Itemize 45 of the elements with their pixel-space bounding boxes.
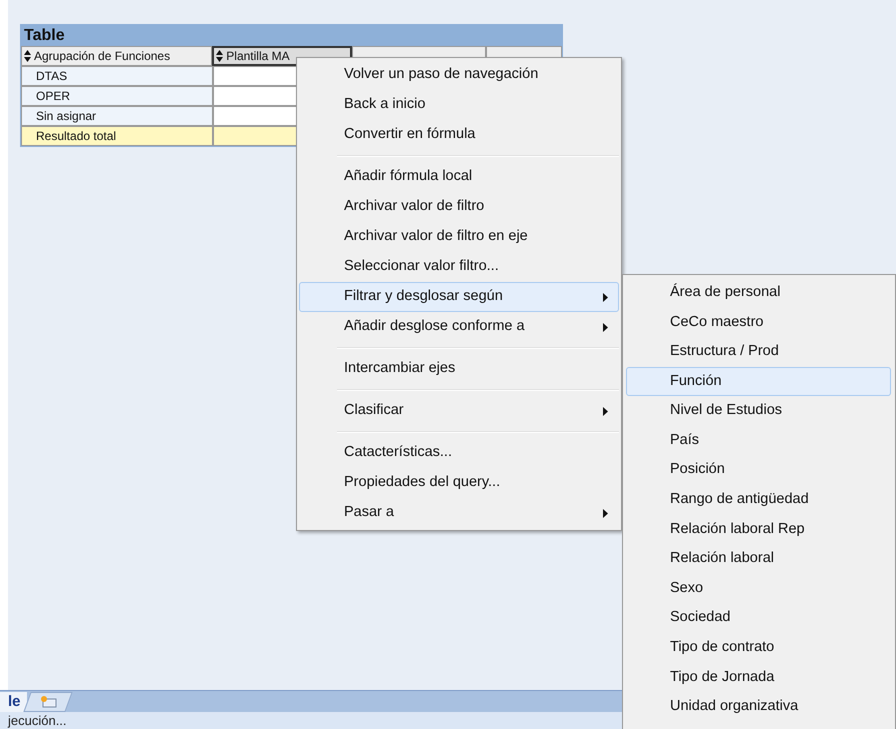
column-label: Plantilla MA (226, 48, 290, 64)
row-header: Resultado total (21, 126, 213, 146)
row-header: DTAS (21, 66, 213, 86)
menu-item[interactable]: Archivar valor de filtro en eje (299, 222, 619, 252)
menu-item[interactable]: Clasificar (299, 396, 619, 426)
submenu-item[interactable]: Tipo de Jornada (626, 662, 891, 692)
submenu-arrow-icon (603, 322, 608, 332)
submenu-item[interactable]: Función (626, 366, 891, 396)
sort-icon (216, 50, 224, 62)
submenu-item[interactable]: Área de personal (626, 278, 891, 308)
menu-item[interactable]: Catacterísticas... (299, 438, 619, 468)
menu-item[interactable]: Añadir fórmula local (299, 162, 619, 192)
submenu-item[interactable]: Sociedad (626, 604, 891, 634)
menu-item[interactable]: Añadir desglose conforme a (299, 312, 619, 342)
submenu-item[interactable]: Sexo (626, 574, 891, 604)
submenu-arrow-icon (603, 508, 608, 518)
row-header: OPER (21, 86, 213, 106)
row-header: Sin asignar (21, 106, 213, 126)
column-label: Agrupación de Funciones (34, 48, 170, 65)
submenu-item[interactable]: CeCo maestro (626, 308, 891, 338)
submenu-item[interactable]: Tipo de contrato (626, 633, 891, 663)
new-sheet-icon (38, 695, 57, 709)
menu-item[interactable]: Propiedades del query... (299, 468, 619, 498)
submenu-item[interactable]: Unidad organizativa (626, 692, 891, 722)
submenu-arrow-icon (603, 406, 608, 416)
submenu-item[interactable]: Estructura / Prod (626, 337, 891, 367)
menu-item[interactable]: Filtrar y desglosar según (299, 282, 619, 312)
column-header[interactable]: Agrupación de Funciones (21, 46, 212, 66)
sort-icon (24, 50, 31, 62)
status-text: jecución... (8, 712, 67, 729)
submenu-arrow-icon (603, 292, 608, 302)
menu-item[interactable]: Back a inicio (299, 90, 619, 120)
submenu-item[interactable]: Nivel de Estudios (626, 396, 891, 426)
menu-item[interactable]: Seleccionar valor filtro... (299, 252, 619, 282)
sheet-tab[interactable]: le (0, 692, 27, 712)
submenu-item[interactable]: País (626, 426, 891, 456)
menu-item[interactable]: Pasar a (299, 498, 619, 528)
menu-item[interactable]: Convertir en fórmula (299, 120, 619, 150)
submenu-item[interactable]: Posición (626, 456, 891, 486)
submenu-item[interactable]: Relación laboral Rep (626, 514, 891, 544)
menu-item[interactable]: Intercambiar ejes (299, 354, 619, 384)
table-title: Table (23, 26, 66, 46)
submenu-item[interactable]: Relación laboral (626, 544, 891, 574)
submenu-item[interactable]: Rango de antigüedad (626, 485, 891, 515)
menu-item[interactable]: Archivar valor de filtro (299, 192, 619, 222)
